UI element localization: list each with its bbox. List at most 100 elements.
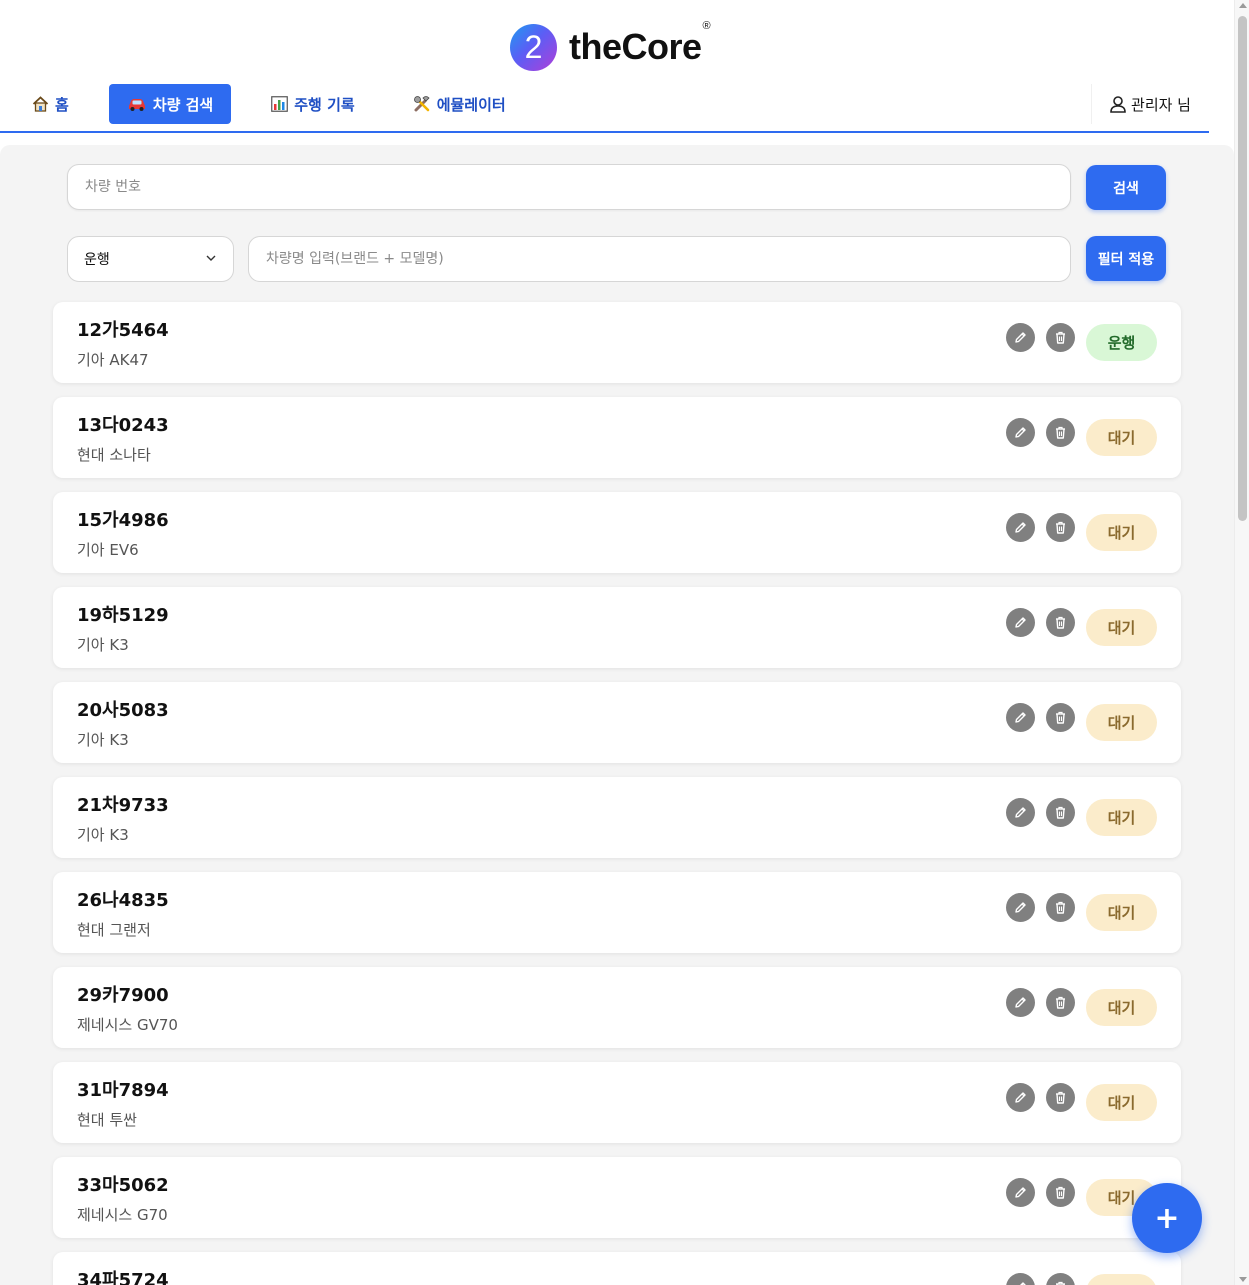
- delete-button[interactable]: [1046, 703, 1075, 732]
- header-divider: [0, 131, 1209, 133]
- status-badge: 대기: [1086, 514, 1157, 551]
- page-scrollbar[interactable]: [1234, 0, 1249, 1285]
- vehicle-card[interactable]: 21차9733 기아 K3 대기: [53, 777, 1181, 858]
- edit-button[interactable]: [1006, 513, 1035, 542]
- vehicle-card[interactable]: 20사5083 기아 K3 대기: [53, 682, 1181, 763]
- logo[interactable]: 2 theCore®: [510, 20, 711, 72]
- delete-button[interactable]: [1046, 1083, 1075, 1112]
- user-menu[interactable]: 관리자 님: [1091, 84, 1209, 124]
- status-select-value: 운행: [84, 252, 110, 268]
- trash-icon: [1053, 425, 1068, 440]
- edit-button[interactable]: [1006, 1178, 1035, 1207]
- vehicle-plate: 20사5083: [77, 700, 169, 721]
- vehicle-plate: 21차9733: [77, 795, 169, 816]
- edit-button[interactable]: [1006, 323, 1035, 352]
- tools-icon: [413, 95, 431, 113]
- trash-icon: [1053, 520, 1068, 535]
- vehicle-card[interactable]: 33마5062 제네시스 G70 대기: [53, 1157, 1181, 1238]
- status-badge: 대기: [1086, 609, 1157, 646]
- vehicle-card[interactable]: 31마7894 현대 투싼 대기: [53, 1062, 1181, 1143]
- nav-vehicle-search-label: 차량 검색: [152, 95, 214, 114]
- vehicle-model: 제네시스 G70: [77, 1206, 168, 1224]
- pencil-icon: [1013, 1280, 1028, 1285]
- vehicle-card[interactable]: 26나4835 현대 그랜저 대기: [53, 872, 1181, 953]
- delete-button[interactable]: [1046, 798, 1075, 827]
- status-badge: 대기: [1086, 1084, 1157, 1121]
- nav-drive-logs[interactable]: 주행 기록: [253, 84, 372, 124]
- delete-button[interactable]: [1046, 513, 1075, 542]
- vehicle-model: 제네시스 GV70: [77, 1016, 178, 1034]
- scroll-thumb[interactable]: [1238, 16, 1247, 521]
- nav-emulator[interactable]: 에뮬레이터: [395, 84, 524, 124]
- status-badge: 대기: [1086, 419, 1157, 456]
- vehicle-card[interactable]: 34파5724 대기: [53, 1252, 1181, 1285]
- delete-button[interactable]: [1046, 418, 1075, 447]
- status-select[interactable]: 운행: [67, 236, 234, 282]
- logo-badge: 2: [510, 23, 557, 71]
- status-badge: 대기: [1086, 894, 1157, 931]
- pencil-icon: [1013, 425, 1028, 440]
- vehicle-card[interactable]: 13다0243 현대 소나타 대기: [53, 397, 1181, 478]
- pencil-icon: [1013, 1185, 1028, 1200]
- delete-button[interactable]: [1046, 608, 1075, 637]
- add-vehicle-button[interactable]: +: [1132, 1183, 1202, 1253]
- vehicle-card[interactable]: 19하5129 기아 K3 대기: [53, 587, 1181, 668]
- trash-icon: [1053, 710, 1068, 725]
- plate-search-input[interactable]: [67, 164, 1071, 210]
- edit-button[interactable]: [1006, 418, 1035, 447]
- edit-button[interactable]: [1006, 988, 1035, 1017]
- delete-button[interactable]: [1046, 323, 1075, 352]
- delete-button[interactable]: [1046, 1273, 1075, 1285]
- delete-button[interactable]: [1046, 988, 1075, 1017]
- edit-button[interactable]: [1006, 893, 1035, 922]
- vehicle-card[interactable]: 12가5464 기아 AK47 운행: [53, 302, 1181, 383]
- pencil-icon: [1013, 710, 1028, 725]
- trash-icon: [1053, 900, 1068, 915]
- status-badge: 대기: [1086, 989, 1157, 1026]
- edit-button[interactable]: [1006, 1083, 1035, 1112]
- nav-drive-logs-label: 주행 기록: [294, 95, 355, 114]
- delete-button[interactable]: [1046, 893, 1075, 922]
- user-label: 관리자 님: [1131, 95, 1191, 114]
- scroll-up-icon[interactable]: [1239, 3, 1247, 8]
- edit-button[interactable]: [1006, 1273, 1035, 1285]
- nav-vehicle-search[interactable]: 차량 검색: [108, 84, 232, 124]
- vehicle-name-input[interactable]: [248, 236, 1071, 282]
- pencil-icon: [1013, 900, 1028, 915]
- trash-icon: [1053, 615, 1068, 630]
- vehicle-model: 기아 K3: [77, 826, 129, 844]
- chevron-down-icon: [205, 252, 217, 268]
- vehicle-plate: 13다0243: [77, 415, 169, 436]
- delete-button[interactable]: [1046, 1178, 1075, 1207]
- vehicle-card[interactable]: 15가4986 기아 EV6 대기: [53, 492, 1181, 573]
- vehicle-card[interactable]: 29카7900 제네시스 GV70 대기: [53, 967, 1181, 1048]
- bar-chart-icon: [271, 96, 289, 112]
- status-badge: 대기: [1086, 1274, 1157, 1285]
- status-badge: 대기: [1086, 799, 1157, 836]
- status-badge: 대기: [1086, 704, 1157, 741]
- nav-home[interactable]: 홈: [14, 84, 87, 124]
- pencil-icon: [1013, 1090, 1028, 1105]
- edit-button[interactable]: [1006, 703, 1035, 732]
- edit-button[interactable]: [1006, 608, 1035, 637]
- vehicle-plate: 33마5062: [77, 1175, 169, 1196]
- vehicle-plate: 31마7894: [77, 1080, 169, 1101]
- header: 2 theCore® 홈 차량 검색 주행 기록 에뮬레이터 관리자 님: [0, 0, 1209, 134]
- vehicle-model: 기아 K3: [77, 636, 129, 654]
- pencil-icon: [1013, 805, 1028, 820]
- car-icon: [127, 97, 147, 111]
- apply-filter-button[interactable]: 필터 적용: [1086, 236, 1166, 281]
- vehicle-plate: 26나4835: [77, 890, 169, 911]
- vehicle-plate: 15가4986: [77, 510, 169, 531]
- edit-button[interactable]: [1006, 798, 1035, 827]
- pencil-icon: [1013, 615, 1028, 630]
- vehicle-plate: 12가5464: [77, 320, 169, 341]
- scroll-down-icon[interactable]: [1239, 1277, 1247, 1282]
- vehicle-plate: 29카7900: [77, 985, 169, 1006]
- search-button[interactable]: 검색: [1086, 165, 1166, 210]
- vehicle-model: 현대 투싼: [77, 1111, 137, 1129]
- vehicle-model: 기아 AK47: [77, 351, 149, 369]
- trash-icon: [1053, 330, 1068, 345]
- trash-icon: [1053, 995, 1068, 1010]
- house-icon: [32, 96, 49, 112]
